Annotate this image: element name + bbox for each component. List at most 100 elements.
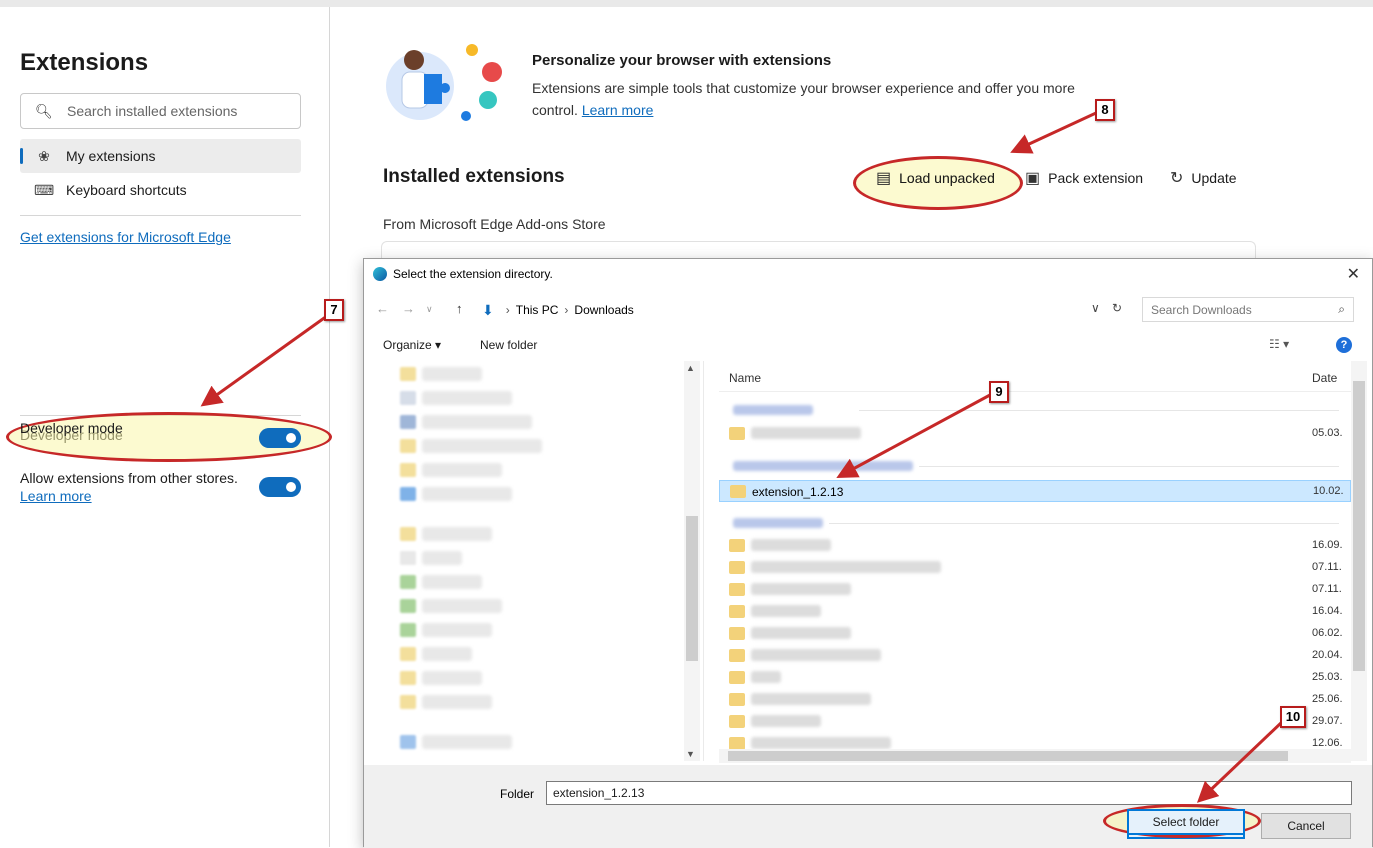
file-date: 10.02. [1313, 485, 1344, 497]
scrollbar-thumb[interactable] [686, 516, 698, 661]
nav-item[interactable] [422, 671, 482, 685]
horizontal-scrollbar-thumb[interactable] [728, 751, 1288, 761]
breadcrumb[interactable]: ⬇ › This PC › Downloads [482, 298, 1122, 322]
allow-other-stores-toggle[interactable] [259, 477, 301, 497]
address-bar: ← → ∨ ↑ ⬇ › This PC › Downloads ∨ ↻ Sear… [364, 297, 1372, 323]
view-options-icon[interactable]: ☷ ▾ [1269, 337, 1289, 351]
developer-mode-toggle-overlay[interactable] [259, 428, 301, 448]
cancel-button[interactable]: Cancel [1261, 813, 1351, 839]
file-date: 06.02. [1312, 627, 1343, 639]
nav-item[interactable] [422, 695, 492, 709]
recent-dropdown-icon[interactable]: ∨ [426, 304, 433, 315]
annotation-badge-9: 9 [989, 381, 1009, 403]
load-unpacked-button-overlay[interactable]: ▤ Load unpacked [876, 168, 995, 188]
hero-description: Extensions are simple tools that customi… [532, 77, 1092, 121]
list-item[interactable]: 16.09. [719, 535, 1351, 557]
folder-icon [400, 415, 416, 429]
nav-item[interactable] [422, 391, 512, 405]
sidebar-item-keyboard-shortcuts[interactable]: ⌨ Keyboard shortcuts [20, 173, 301, 207]
search-downloads-input[interactable]: Search Downloads ⌕ [1142, 297, 1354, 322]
folder-icon [730, 485, 746, 498]
file-name [751, 427, 861, 439]
list-item[interactable]: 05.03. [719, 423, 1351, 445]
up-arrow-icon[interactable]: ↑ [456, 301, 463, 316]
help-icon[interactable]: ? [1336, 337, 1352, 353]
list-item[interactable]: 07.11. [719, 557, 1351, 579]
nav-item[interactable] [422, 575, 482, 589]
nav-item[interactable] [422, 647, 472, 661]
new-folder-button[interactable]: New folder [480, 338, 537, 352]
folder-icon [400, 735, 416, 749]
search-icon: ⌕ [1338, 302, 1345, 316]
forward-arrow-icon[interactable]: → [402, 301, 415, 316]
pack-extension-button[interactable]: ▣ Pack extension [1025, 168, 1143, 188]
close-icon[interactable]: ✕ [1347, 264, 1360, 284]
scroll-down-icon[interactable]: ▼ [686, 749, 695, 759]
list-item[interactable]: 20.04. [719, 645, 1351, 667]
group-header[interactable] [719, 516, 1339, 530]
scrollbar-thumb[interactable] [1353, 381, 1365, 671]
get-extensions-link[interactable]: Get extensions for Microsoft Edge [20, 229, 231, 245]
column-header-name[interactable]: Name [729, 371, 761, 385]
nav-item[interactable] [422, 623, 492, 637]
sidebar-item-label: My extensions [66, 148, 156, 164]
browser-top-strip [0, 0, 1373, 7]
folder-icon [729, 539, 745, 552]
group-header[interactable] [719, 403, 1339, 417]
search-extensions-input[interactable]: 🔍︎ Search installed extensions [20, 93, 301, 129]
column-header-date[interactable]: Date [1312, 371, 1337, 385]
breadcrumb-this-pc[interactable]: This PC [516, 303, 559, 317]
folder-name-input[interactable]: extension_1.2.13 [546, 781, 1352, 805]
load-unpacked-label: Load unpacked [899, 170, 995, 186]
nav-item[interactable] [422, 487, 512, 501]
nav-item[interactable] [422, 551, 462, 565]
file-date: 16.09. [1312, 539, 1343, 551]
sidebar-item-label: Keyboard shortcuts [66, 182, 187, 198]
update-button[interactable]: ↻ Update [1170, 168, 1237, 188]
path-dropdown-icon[interactable]: ∨ [1091, 301, 1100, 315]
nav-item[interactable] [422, 415, 532, 429]
folder-icon [400, 391, 416, 405]
file-name [751, 737, 891, 749]
nav-item[interactable] [422, 463, 502, 477]
back-arrow-icon[interactable]: ← [376, 301, 389, 316]
learn-more-link[interactable]: Learn more [20, 488, 92, 504]
chevron-right-icon: › [564, 303, 569, 317]
nav-item[interactable] [422, 527, 492, 541]
nav-item[interactable] [422, 439, 542, 453]
list-item[interactable]: 06.02. [719, 623, 1351, 645]
select-folder-button-overlay[interactable]: Select folder [1127, 809, 1245, 835]
scroll-up-icon[interactable]: ▲ [686, 363, 695, 373]
file-date: 25.06. [1312, 693, 1343, 705]
nav-item[interactable] [422, 599, 502, 613]
group-header[interactable] [719, 459, 1339, 473]
file-date: 16.04. [1312, 605, 1343, 617]
folder-icon [400, 695, 416, 709]
nav-item[interactable] [422, 367, 482, 381]
folder-icon [729, 427, 745, 440]
list-item[interactable]: 25.06. [719, 689, 1351, 711]
refresh-icon[interactable]: ↻ [1112, 301, 1122, 315]
organize-menu[interactable]: Organize ▾ [383, 338, 441, 352]
file-date: 12.06. [1312, 737, 1343, 749]
list-item[interactable]: 25.03. [719, 667, 1351, 689]
installed-extensions-heading: Installed extensions [383, 166, 565, 187]
allow-other-label: Allow extensions from other stores. [20, 470, 238, 486]
folder-icon [729, 649, 745, 662]
list-item[interactable]: 29.07. [719, 711, 1351, 733]
hero-learn-more-link[interactable]: Learn more [582, 102, 654, 118]
file-name [751, 693, 871, 705]
store-section-label: From Microsoft Edge Add-ons Store [383, 216, 606, 232]
folder-icon [729, 583, 745, 596]
sidebar-item-my-extensions[interactable]: ❀ My extensions [20, 139, 301, 173]
list-item[interactable]: 16.04. [719, 601, 1351, 623]
folder-icon [400, 623, 416, 637]
list-item-selected[interactable]: extension_1.2.13 10.02. [719, 480, 1351, 502]
file-name [751, 649, 881, 661]
file-name [751, 583, 851, 595]
breadcrumb-downloads[interactable]: Downloads [574, 303, 633, 317]
list-item[interactable]: 07.11. [719, 579, 1351, 601]
nav-item[interactable] [422, 735, 512, 749]
allow-other-stores-text: Allow extensions from other stores. Lear… [20, 469, 240, 505]
download-icon: ⬇ [482, 301, 494, 318]
